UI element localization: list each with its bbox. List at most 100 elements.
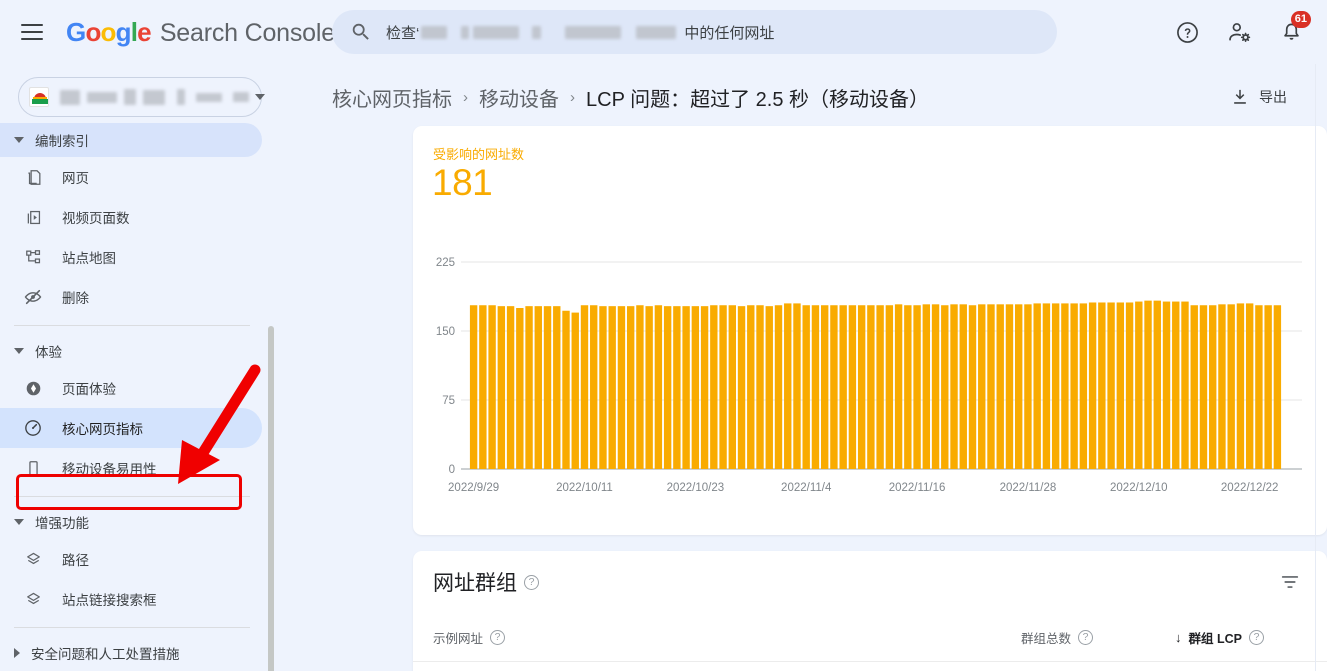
site-favicon	[29, 87, 49, 107]
sidebar-item-core-web-vitals[interactable]: 核心网页指标	[0, 408, 262, 448]
svg-text:150: 150	[436, 326, 455, 338]
help-circle-icon[interactable]: ?	[490, 629, 506, 645]
svg-text:2022/12/22: 2022/12/22	[1221, 482, 1279, 494]
url-groups-title: 网址群组	[433, 572, 517, 595]
filter-icon[interactable]	[1273, 565, 1307, 599]
sidebar-section-label: 增强功能	[35, 516, 89, 531]
sidebar-section-indexing[interactable]: 编制索引	[0, 123, 262, 157]
sidebar-item-label: 删除	[62, 291, 89, 306]
svg-text:0: 0	[449, 464, 455, 476]
product-name: Search Console	[159, 18, 335, 47]
column-label: 群组 LCP	[1188, 631, 1242, 646]
sidebar-section-experience[interactable]: 体验	[0, 334, 262, 368]
column-header-group-lcp[interactable]: ↓ 群组 LCP ?	[1175, 628, 1264, 647]
breadcrumb-separator: ›	[570, 88, 575, 106]
column-label: 群组总数	[1021, 631, 1072, 646]
video-pages-icon	[22, 206, 44, 228]
sidebar-item-video-pages[interactable]: 视频页面数	[0, 197, 262, 237]
chevron-down-icon	[14, 519, 24, 525]
svg-text:2022/11/28: 2022/11/28	[1000, 482, 1057, 494]
search-suffix: 中的任何网址	[684, 24, 775, 42]
sidebar-divider	[14, 627, 250, 628]
sidebar-section-label: 安全问题和人工处置措施	[31, 647, 180, 662]
breadcrumb-item-mobile[interactable]: 移动设备	[479, 83, 559, 112]
app-brand: Google Search Console	[66, 17, 335, 48]
chevron-down-icon	[14, 348, 24, 354]
property-name-redacted	[58, 87, 251, 107]
sidebar-item-page-experience[interactable]: 页面体验	[0, 368, 262, 408]
sidebar-item-mobile-usability[interactable]: 移动设备易用性	[0, 448, 262, 488]
top-bar-actions: 61	[1165, 10, 1313, 54]
arrow-down-icon: ↓	[1175, 629, 1182, 645]
breadcrumb-item-current: LCP 问题：超过了 2.5 秒（移动设备）	[586, 88, 930, 111]
svg-text:2022/9/29: 2022/9/29	[448, 482, 499, 494]
sidebar-scrollbar[interactable]	[268, 326, 274, 671]
chart-svg: 0 75 150 225 2022/9/29 2022/10/11 2022/10/23 20…	[436, 257, 1302, 494]
notification-badge: 61	[1290, 11, 1311, 28]
hamburger-icon[interactable]	[8, 8, 56, 56]
redacted-text	[421, 25, 448, 39]
breadcrumbs-icon	[22, 548, 44, 570]
sidebar-item-label: 核心网页指标	[62, 422, 143, 437]
export-label: 导出	[1259, 89, 1287, 105]
export-button[interactable]: 导出	[1218, 79, 1299, 115]
sidebar-item-label: 网页	[62, 171, 89, 186]
sitemap-icon	[22, 246, 44, 268]
redacted-text	[532, 25, 542, 39]
property-selector[interactable]	[18, 77, 265, 117]
breadcrumb: 核心网页指标 › 移动设备 › LCP 问题：超过了 2.5 秒（移动设备） 导…	[280, 64, 1327, 130]
breadcrumb-separator: ›	[463, 88, 468, 106]
help-circle-icon[interactable]: ?	[524, 574, 539, 590]
sidebar: 编制索引 网页 视频页面数 站点地图 删除 体验 页面体验 核心网页指标 移动设…	[0, 64, 280, 671]
sidebar-item-label: 页面体验	[62, 382, 116, 397]
column-header-example-url[interactable]: 示例网址 ?	[433, 628, 506, 647]
sidebar-item-label: 移动设备易用性	[62, 462, 157, 477]
account-settings-icon[interactable]	[1217, 10, 1261, 54]
content-right-edge	[1315, 64, 1316, 671]
sitelinks-searchbox-icon	[22, 588, 44, 610]
column-label: 示例网址	[433, 631, 484, 646]
redacted-text	[461, 25, 470, 39]
column-header-group-total[interactable]: 群组总数 ?	[1021, 628, 1094, 647]
sidebar-item-label: 路径	[62, 553, 89, 568]
svg-text:2022/10/23: 2022/10/23	[667, 482, 725, 494]
redacted-text	[636, 25, 677, 39]
svg-text:2022/10/11: 2022/10/11	[556, 482, 613, 494]
search-input[interactable]: 检查‘ 中的任何网址	[332, 10, 1057, 54]
sidebar-section-enhancements[interactable]: 增强功能	[0, 505, 262, 539]
chevron-right-icon	[14, 648, 20, 658]
help-circle-icon[interactable]: ?	[1248, 629, 1264, 645]
svg-text:2022/11/16: 2022/11/16	[889, 482, 946, 494]
core-web-vitals-icon	[22, 417, 44, 439]
chevron-down-icon	[14, 137, 24, 143]
sidebar-item-sitemaps[interactable]: 站点地图	[0, 237, 262, 277]
notifications-bell-icon[interactable]: 61	[1269, 10, 1313, 54]
svg-text:225: 225	[436, 257, 455, 269]
url-groups-card: 网址群组 ? 示例网址 ? 群组总数 ? ↓ 群组 LCP ?	[413, 551, 1327, 671]
top-app-bar: Google Search Console 检查‘ 中的任何网址 61	[0, 0, 1327, 64]
sidebar-item-breadcrumbs[interactable]: 路径	[0, 539, 262, 579]
google-logo: Google	[66, 16, 152, 47]
table-row[interactable]: 181 2.9 秒	[413, 661, 1327, 671]
sidebar-item-pages[interactable]: 网页	[0, 157, 262, 197]
chevron-down-icon	[255, 94, 265, 100]
help-icon[interactable]	[1165, 10, 1209, 54]
pages-icon	[22, 166, 44, 188]
sidebar-section-label: 编制索引	[35, 134, 89, 149]
sidebar-item-label: 站点链接搜索框	[62, 593, 157, 608]
affected-urls-chart-card: 受影响的网址数 181 0 75 150 225 2022/9/29 2022/10/11…	[413, 126, 1327, 535]
page-experience-icon	[22, 377, 44, 399]
svg-text:2022/12/10: 2022/12/10	[1110, 482, 1168, 494]
search-placeholder-text: 检查‘ 中的任何网址	[386, 22, 774, 43]
sidebar-item-sitelinks-searchbox[interactable]: 站点链接搜索框	[0, 579, 262, 619]
breadcrumb-item-core-web-vitals[interactable]: 核心网页指标	[332, 83, 452, 112]
help-circle-icon[interactable]: ?	[1078, 629, 1094, 645]
sidebar-item-label: 视频页面数	[62, 211, 130, 226]
main-content: 核心网页指标 › 移动设备 › LCP 问题：超过了 2.5 秒（移动设备） 导…	[280, 64, 1327, 671]
sidebar-item-removals[interactable]: 删除	[0, 277, 262, 317]
sidebar-section-security[interactable]: 安全问题和人工处置措施	[0, 636, 262, 670]
eye-off-icon	[22, 286, 44, 308]
url-groups-header: 网址群组 ?	[413, 551, 1327, 613]
affected-urls-bar-chart[interactable]: 0 75 150 225 2022/9/29 2022/10/11 2022/10/23 20…	[413, 244, 1327, 514]
download-icon	[1234, 89, 1246, 104]
